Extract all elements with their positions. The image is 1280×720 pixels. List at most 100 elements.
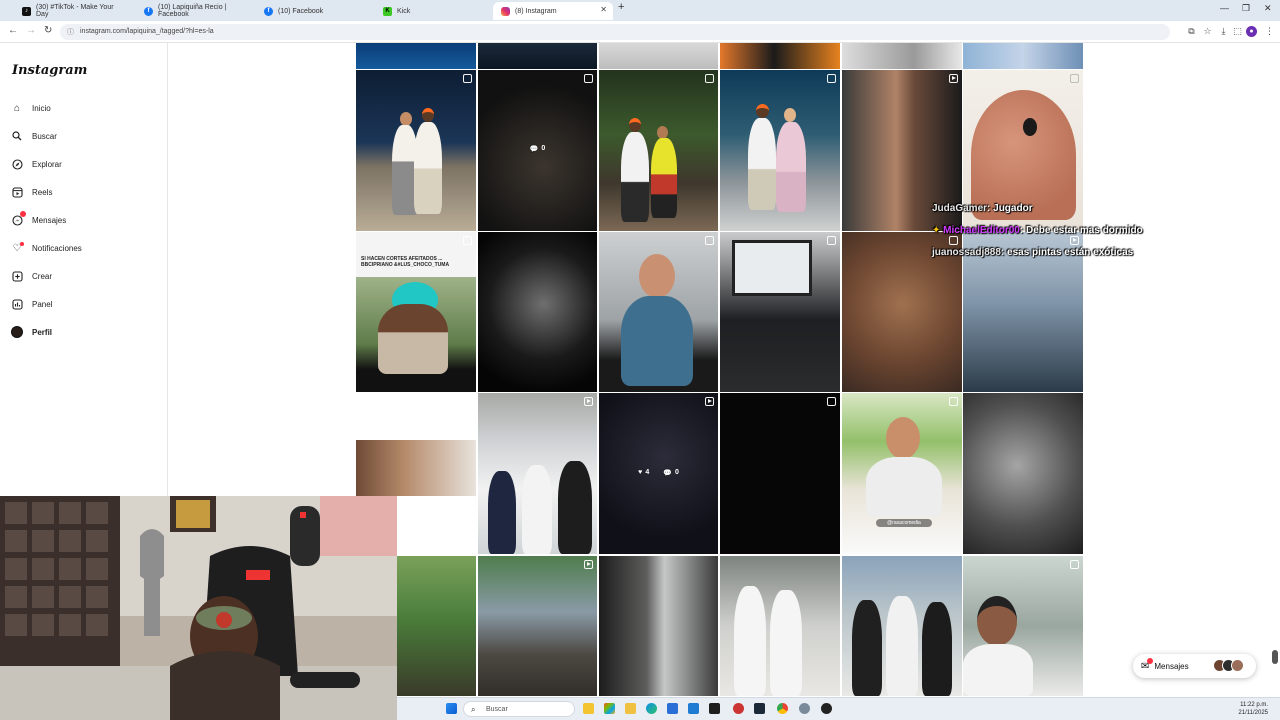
tab-instagram[interactable]: (8) Instagram ✕: [493, 2, 613, 20]
post-thumbnail[interactable]: [599, 556, 718, 696]
post-thumbnail[interactable]: [478, 393, 597, 554]
post-banner-text: SI HACEN CORTES AFEITADOS ... BBCIPRIANO…: [361, 256, 450, 268]
close-tab-icon[interactable]: ✕: [600, 5, 607, 14]
post-thumbnail[interactable]: [397, 556, 476, 696]
avatar: [1231, 659, 1244, 672]
post-thumbnail[interactable]: [478, 232, 597, 392]
person-shape: [378, 304, 448, 374]
facebook-icon: f: [144, 6, 153, 16]
post-thumbnail[interactable]: [720, 556, 840, 696]
profile-avatar-icon[interactable]: ●: [1246, 26, 1257, 37]
post-thumbnail[interactable]: [356, 393, 476, 440]
messenger-icon: ✉: [1141, 657, 1154, 672]
search-icon: [11, 130, 23, 142]
page-scrollbar-thumb[interactable]: [1272, 650, 1278, 664]
tab-tiktok[interactable]: ♪ (30) #TikTok - Make Your Day: [14, 2, 134, 20]
bookmark-star-icon[interactable]: ☆: [1202, 26, 1213, 37]
install-app-icon[interactable]: ⧉: [1186, 26, 1197, 37]
terminal-icon[interactable]: [709, 703, 720, 714]
post-thumbnail[interactable]: [842, 43, 962, 69]
new-tab-button[interactable]: +: [618, 1, 624, 13]
extensions-icon[interactable]: ⬚: [1232, 26, 1243, 37]
reel-icon: [584, 397, 593, 406]
post-thumbnail[interactable]: [356, 440, 476, 496]
close-window-icon[interactable]: ✕: [1264, 3, 1272, 14]
carousel-icon: [705, 74, 714, 83]
windows-start-icon[interactable]: [446, 703, 457, 714]
sidebar-item-notificaciones[interactable]: ♡ Notificaciones: [11, 242, 82, 254]
tab-label: (10) Facebook: [278, 7, 324, 15]
back-icon[interactable]: ←: [8, 25, 18, 36]
post-thumbnail[interactable]: [720, 393, 840, 554]
maximize-icon[interactable]: ❐: [1242, 3, 1250, 14]
post-thumbnail[interactable]: [963, 43, 1083, 69]
taskbar-search-input[interactable]: ⌕ Buscar: [463, 701, 575, 717]
forward-icon[interactable]: →: [26, 25, 36, 36]
obs-icon[interactable]: [733, 703, 744, 714]
store-icon[interactable]: [667, 703, 678, 714]
address-bar-row: ← → ↻ ⓘ instagram.com/lapiquina_/tagged/…: [0, 21, 1280, 43]
sidebar-item-explorar[interactable]: Explorar: [11, 158, 62, 170]
sidebar-item-buscar[interactable]: Buscar: [11, 130, 57, 142]
post-thumbnail[interactable]: [356, 43, 476, 69]
sidebar-item-perfil[interactable]: Perfil: [11, 326, 52, 338]
heart-icon: ♡: [11, 242, 24, 254]
post-thumbnail[interactable]: [720, 232, 840, 392]
post-thumbnail[interactable]: SI HACEN CORTES AFEITADOS ... BBCIPRIANO…: [356, 232, 476, 392]
post-thumbnail[interactable]: [963, 393, 1083, 554]
person-shape: [621, 132, 649, 222]
post-thumbnail[interactable]: @rasacomedia: [842, 393, 962, 554]
instagram-logo[interactable]: Instagram: [12, 63, 87, 78]
chrome-icon[interactable]: [777, 703, 788, 714]
tab-facebook-profile[interactable]: f (10) Lapiquiña Recio | Facebook: [136, 2, 256, 20]
carousel-icon: [463, 236, 472, 245]
sidebar-item-inicio[interactable]: ⌂ Inicio: [11, 102, 51, 114]
url-field[interactable]: ⓘ instagram.com/lapiquina_/tagged/?hl=es…: [60, 24, 1170, 40]
post-thumbnail[interactable]: 💬 0: [478, 70, 597, 231]
copilot-icon[interactable]: [604, 703, 615, 714]
post-thumbnail[interactable]: [842, 556, 962, 696]
sidebar-item-label: Explorar: [32, 159, 62, 169]
sidebar-item-reels[interactable]: Reels: [11, 186, 52, 198]
post-thumbnail[interactable]: [599, 70, 718, 231]
file-explorer-icon[interactable]: [625, 703, 636, 714]
settings-icon[interactable]: [799, 703, 810, 714]
comment-count: 💬 0: [529, 145, 546, 153]
download-icon[interactable]: ⤓: [1218, 26, 1229, 37]
edge-icon[interactable]: [646, 703, 657, 714]
minimize-icon[interactable]: —: [1220, 3, 1229, 13]
post-thumbnail[interactable]: ♥ 4 💬 0: [599, 393, 718, 554]
post-stats-overlay: ♥ 4 💬 0: [599, 469, 718, 477]
unread-badge: [20, 211, 26, 217]
post-thumbnail[interactable]: [599, 43, 718, 69]
post-thumbnail[interactable]: [720, 70, 840, 231]
person-shape: [866, 457, 942, 517]
sidebar-item-panel[interactable]: Panel: [11, 298, 52, 310]
tab-facebook[interactable]: f (10) Facebook: [256, 2, 374, 20]
post-thumbnail[interactable]: [478, 43, 597, 69]
post-thumbnail[interactable]: [720, 43, 840, 69]
post-thumbnail[interactable]: [599, 232, 718, 392]
post-thumbnail[interactable]: [963, 556, 1083, 696]
messages-drawer-button[interactable]: ✉ Mensajes: [1133, 654, 1256, 678]
webcam-scene: [0, 496, 397, 720]
capcut-icon[interactable]: [821, 703, 832, 714]
person-shape: [852, 600, 882, 696]
post-thumbnail[interactable]: [478, 556, 597, 696]
carousel-icon: [463, 74, 472, 83]
sidebar-item-crear[interactable]: Crear: [11, 270, 52, 282]
reload-icon[interactable]: ↻: [44, 25, 52, 36]
post-thumbnail[interactable]: [356, 70, 476, 231]
cap-image: [971, 90, 1076, 220]
person-shape: [748, 118, 776, 210]
tab-kick[interactable]: K Kick: [375, 2, 493, 20]
sidebar-item-mensajes[interactable]: Mensajes: [11, 211, 66, 226]
reels-icon: [11, 186, 23, 198]
tab-label: (10) Lapiquiña Recio | Facebook: [158, 4, 227, 18]
browser-menu-icon[interactable]: ⋮: [1264, 26, 1275, 37]
taskbar-clock[interactable]: 11:22 p.m. 21/11/2025: [1238, 701, 1268, 717]
outlook-icon[interactable]: [688, 703, 699, 714]
site-info-icon[interactable]: ⓘ: [67, 27, 74, 37]
steam-icon[interactable]: [754, 703, 765, 714]
widgets-icon[interactable]: [583, 703, 594, 714]
